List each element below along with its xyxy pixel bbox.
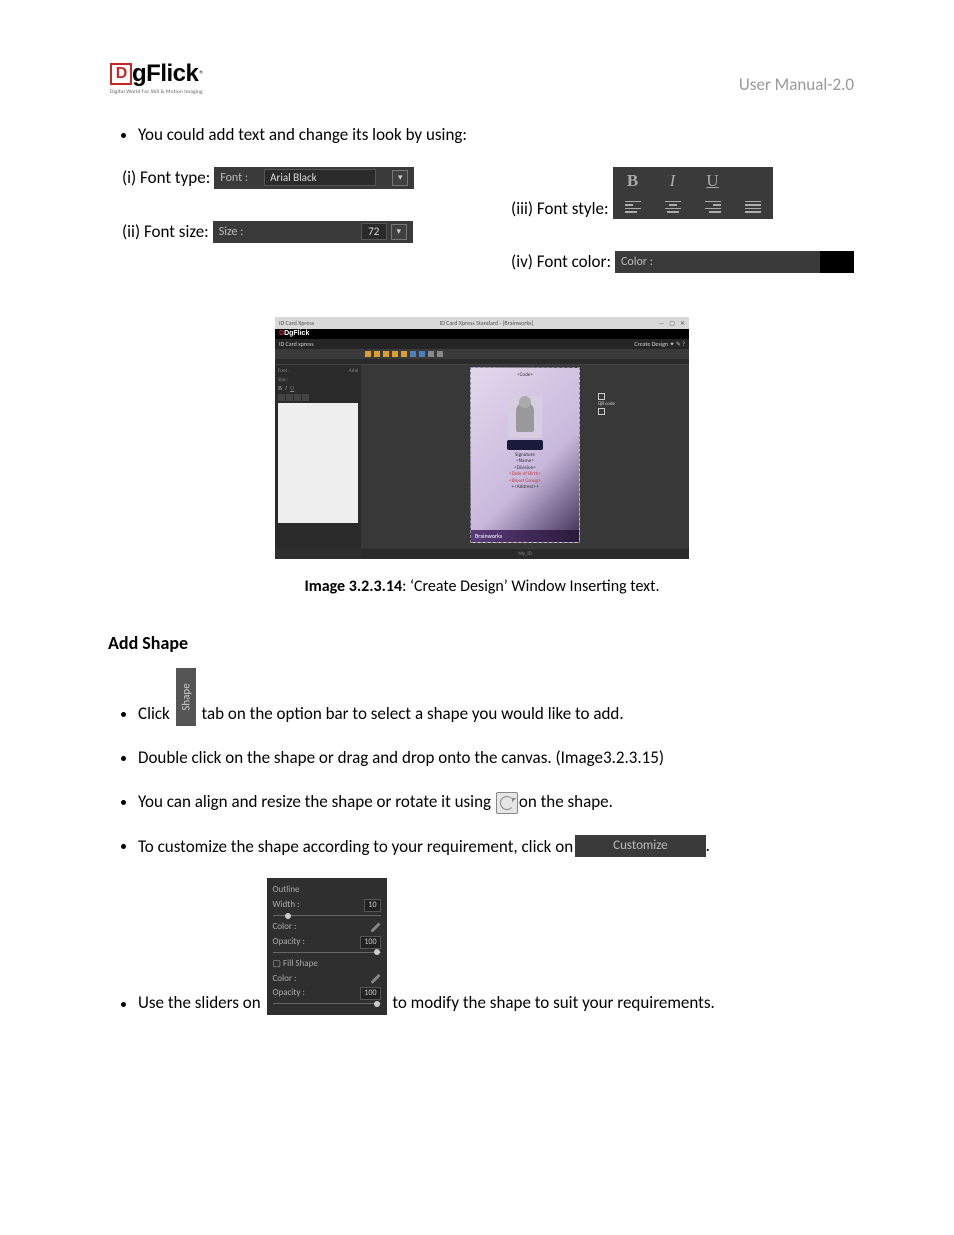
- logo-tagline: Digital World For Still & Motion Imaging: [110, 89, 215, 95]
- shape-click-bullet: Click Shape tab on the option bar to sel…: [138, 668, 854, 726]
- app-screenshot: ID Card Xpress ID Card Xpress Standard -…: [110, 317, 854, 559]
- logo: D gFlick ® Digital World For Still & Mot…: [110, 60, 215, 95]
- shape-customize-bullet: To customize the shape according to your…: [138, 834, 854, 859]
- font-type-label: (i) Font type:: [122, 167, 210, 188]
- fill-opacity-slider[interactable]: [273, 1003, 381, 1004]
- align-left-button[interactable]: [613, 195, 653, 219]
- dropdown-arrow-icon[interactable]: ▾: [392, 170, 408, 186]
- font-color-label: (iv) Font color:: [511, 251, 611, 272]
- rotate-icon[interactable]: [496, 792, 518, 814]
- color-field-label: Color :: [621, 255, 653, 269]
- manual-title: User Manual-2.0: [739, 74, 854, 95]
- font-size-value: 72: [361, 223, 387, 240]
- logo-text: gFlick: [132, 60, 198, 88]
- eyedropper-icon[interactable]: [371, 974, 381, 984]
- color-swatch[interactable]: [818, 251, 854, 273]
- font-color-picker[interactable]: Color :: [615, 251, 820, 273]
- font-size-dropdown[interactable]: Size : 72 ▾: [213, 221, 413, 243]
- bold-button[interactable]: B: [613, 167, 653, 195]
- shape-dblclick-bullet: Double click on the shape or drag and dr…: [138, 746, 854, 770]
- dropdown-arrow-icon[interactable]: ▾: [391, 224, 407, 240]
- intro-bullet: You could add text and change its look b…: [138, 123, 854, 147]
- font-size-label: (ii) Font size:: [122, 221, 209, 242]
- customize-button[interactable]: Customize: [575, 835, 705, 857]
- width-slider[interactable]: [273, 915, 381, 916]
- font-style-label: (iii) Font style:: [511, 198, 608, 219]
- font-field-label: Font :: [220, 171, 248, 185]
- section-heading: Add Shape: [108, 632, 854, 654]
- align-center-button[interactable]: [653, 195, 693, 219]
- italic-button[interactable]: I: [653, 167, 693, 195]
- shape-sliders-bullet: Use the sliders on Outline Width :10 Col…: [138, 878, 854, 1015]
- logo-d-icon: D: [110, 63, 132, 85]
- page-header: D gFlick ® Digital World For Still & Mot…: [110, 60, 854, 95]
- registered-icon: ®: [199, 69, 204, 80]
- eyedropper-icon[interactable]: [371, 922, 381, 932]
- underline-button[interactable]: U: [693, 167, 733, 195]
- font-type-value: Arial Black: [264, 169, 376, 186]
- align-right-button[interactable]: [693, 195, 733, 219]
- font-type-dropdown[interactable]: Font : Arial Black ▾: [214, 167, 414, 189]
- shape-rotate-bullet: You can align and resize the shape or ro…: [138, 790, 854, 814]
- size-field-label: Size :: [219, 225, 244, 239]
- style-button-grid: B I U: [613, 167, 773, 219]
- image-caption: Image 3.2.3.14: ‘Create Design’ Window I…: [110, 577, 854, 596]
- shape-tab-button[interactable]: Shape: [176, 668, 196, 726]
- opacity-slider[interactable]: [273, 952, 381, 953]
- align-justify-button[interactable]: [733, 195, 773, 219]
- shape-sliders-panel[interactable]: Outline Width :10 Color : Opacity :100 ▢…: [267, 878, 387, 1015]
